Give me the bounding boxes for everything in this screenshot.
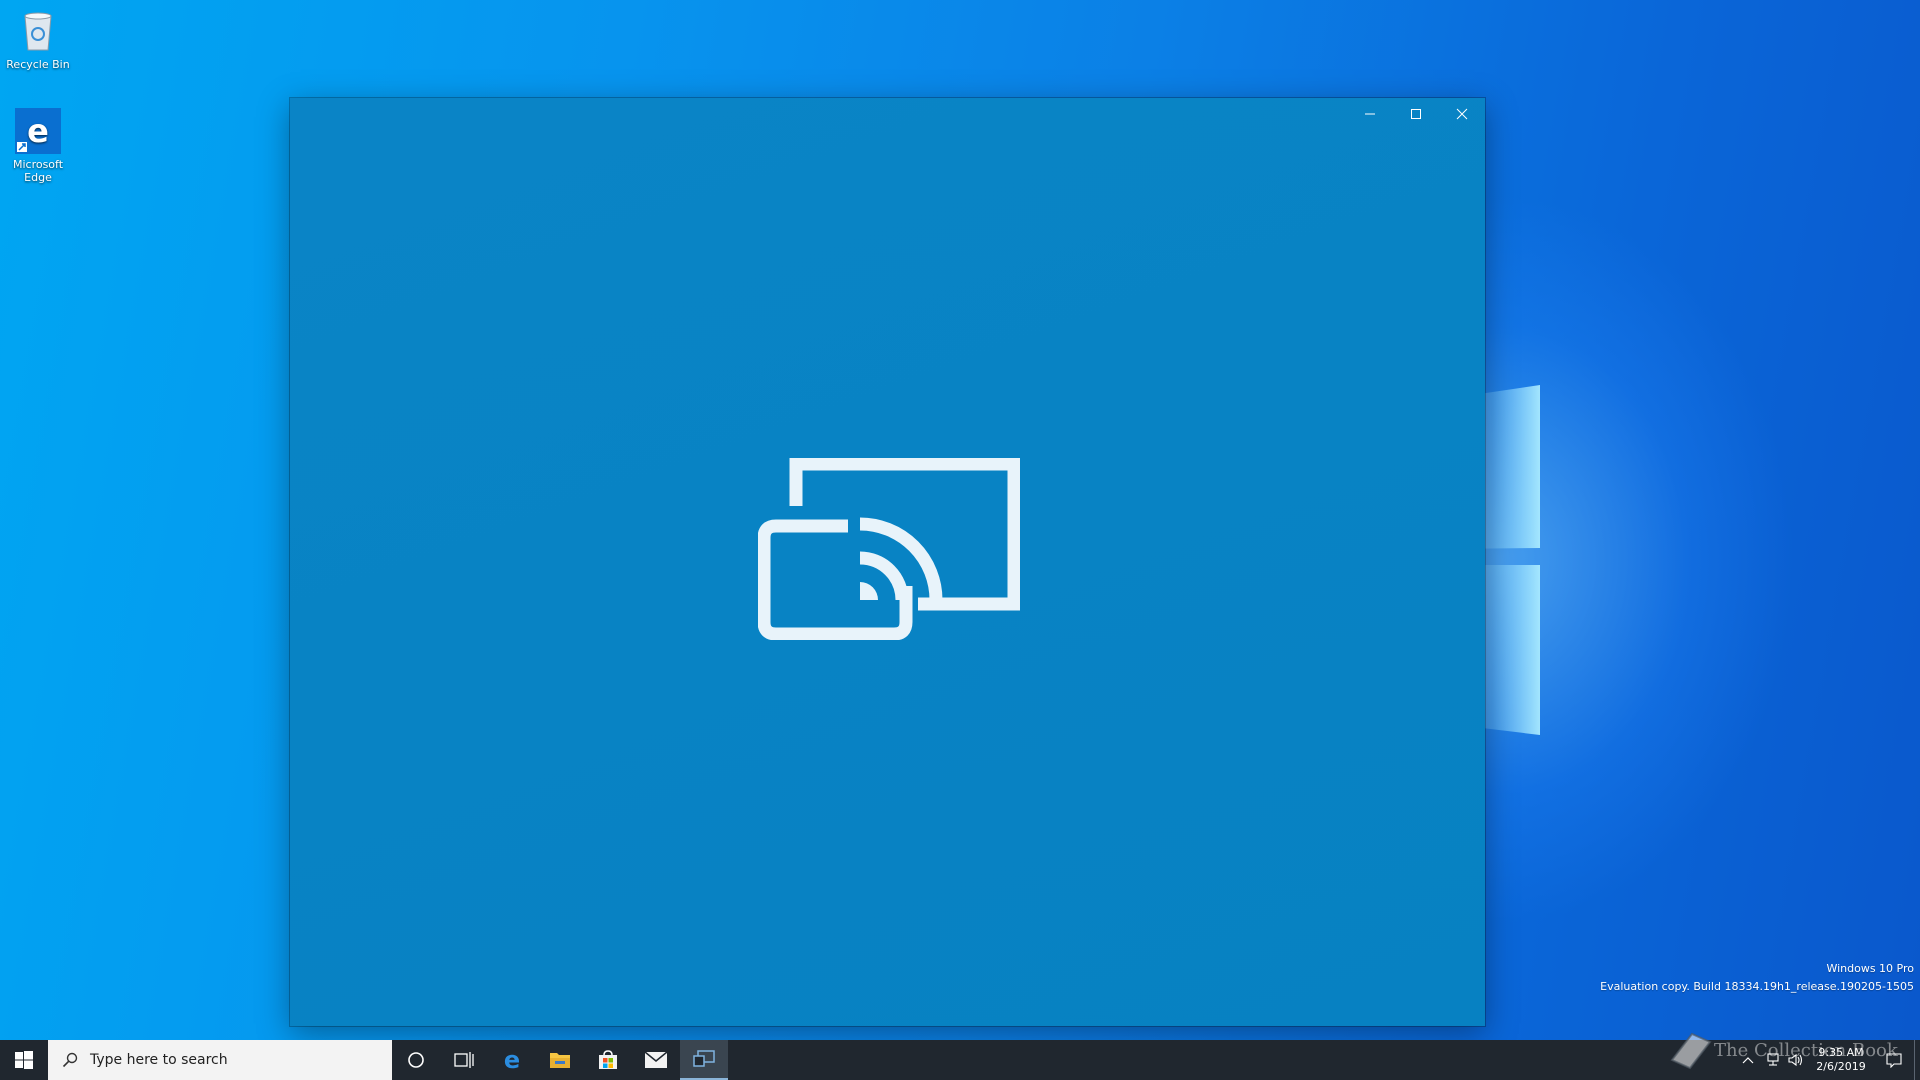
connect-app-window xyxy=(290,98,1485,1026)
taskbar-connect-app[interactable] xyxy=(680,1040,728,1080)
taskbar-mail[interactable] xyxy=(632,1040,680,1080)
edition-text: Windows 10 Pro xyxy=(1826,962,1914,975)
svg-text:e: e xyxy=(27,112,49,150)
edge-icon: e xyxy=(504,1048,520,1072)
cortana-button[interactable] xyxy=(392,1040,440,1080)
show-desktop-button[interactable] xyxy=(1914,1040,1920,1080)
window-controls xyxy=(1347,98,1485,130)
taskbar: Type here to search e 9:35 AM 2/6/2019 xyxy=(0,1040,1920,1080)
cast-connect-icon xyxy=(758,458,1020,640)
minimize-button[interactable] xyxy=(1347,98,1393,130)
desktop: Recycle Bin e Microsoft Edge Windows 10 … xyxy=(0,0,1920,1040)
windows-start-icon xyxy=(15,1051,33,1069)
close-icon xyxy=(1456,108,1468,120)
task-view-icon xyxy=(454,1052,474,1068)
close-button[interactable] xyxy=(1439,98,1485,130)
search-box[interactable]: Type here to search xyxy=(48,1040,392,1080)
taskbar-edge[interactable]: e xyxy=(488,1040,536,1080)
task-view-button[interactable] xyxy=(440,1040,488,1080)
taskbar-store[interactable] xyxy=(584,1040,632,1080)
edge-icon: e xyxy=(15,108,61,154)
build-watermark: Windows 10 Pro Evaluation copy. Build 18… xyxy=(1600,960,1914,996)
maximize-button[interactable] xyxy=(1393,98,1439,130)
maximize-icon xyxy=(1411,109,1421,119)
desktop-icon-label: Recycle Bin xyxy=(6,58,70,71)
cortana-icon xyxy=(408,1052,424,1068)
book-icon xyxy=(1670,1032,1712,1070)
minimize-icon xyxy=(1365,113,1375,115)
search-icon xyxy=(62,1052,78,1068)
recycle-bin-icon xyxy=(24,12,52,51)
build-text: Evaluation copy. Build 18334.19h1_releas… xyxy=(1600,980,1914,993)
stamp-text: The Collection Book xyxy=(1714,1039,1898,1061)
taskbar-file-explorer[interactable] xyxy=(536,1040,584,1080)
file-explorer-icon xyxy=(550,1053,570,1068)
desktop-icon-recycle-bin[interactable]: Recycle Bin xyxy=(4,8,72,71)
desktop-icon-edge[interactable]: e Microsoft Edge xyxy=(4,108,72,184)
search-placeholder: Type here to search xyxy=(90,1052,228,1068)
svg-text:e: e xyxy=(504,1048,520,1072)
desktop-icon-label: Microsoft Edge xyxy=(12,158,64,184)
start-button[interactable] xyxy=(0,1040,48,1080)
mail-icon xyxy=(644,1051,668,1068)
connect-app-icon xyxy=(693,1050,715,1067)
store-icon xyxy=(599,1050,617,1069)
collection-book-stamp: The Collection Book xyxy=(1668,1030,1898,1070)
